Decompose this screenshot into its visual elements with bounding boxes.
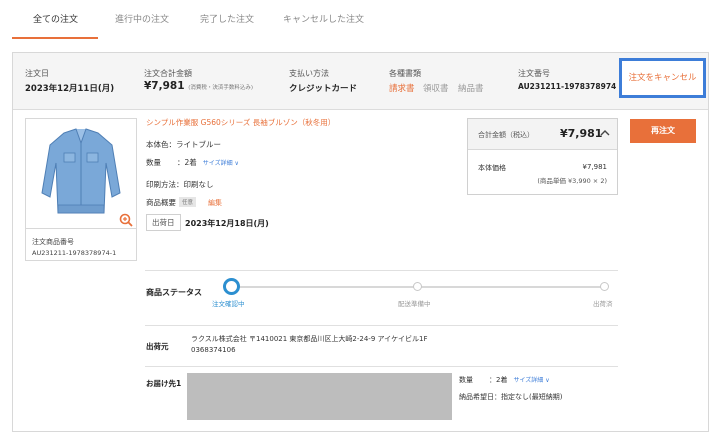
destination-label: お届け先1: [146, 379, 182, 388]
sender-address: ラクスル株式会社 〒1410021 東京都品川区上大崎2-24-9 アイケイビル…: [191, 335, 428, 343]
total-price: ¥7,981: [560, 127, 603, 140]
divider: [145, 325, 618, 326]
sender-label: 出荷元: [146, 342, 169, 351]
order-total-note: (消費税・決済手数料込み): [188, 85, 253, 91]
invoice-link[interactable]: 請求書: [389, 82, 415, 94]
chevron-up-icon[interactable]: [600, 129, 610, 139]
product-code-label: 注文商品番号: [32, 238, 74, 246]
quantity-label: 数量: [146, 158, 161, 167]
size-detail-link[interactable]: サイズ詳細 ∨: [203, 160, 239, 167]
order-number: AU231211-1978378974: [518, 82, 617, 91]
body-price: ¥7,981: [582, 163, 608, 171]
product-code: AU231211-1978378974-1: [32, 249, 117, 257]
tab-all-orders[interactable]: 全ての注文: [33, 12, 78, 25]
quantity-value: ：2着: [177, 158, 197, 167]
receipt-link[interactable]: 領収書: [423, 82, 449, 94]
ship-date: 2023年12月18日(月): [185, 219, 269, 228]
print-method: 印刷方法：印刷なし: [146, 180, 214, 189]
tab-completed[interactable]: 完了した注文: [200, 12, 254, 25]
zoom-in-icon[interactable]: [119, 213, 133, 229]
status-step-label: 配送準備中: [398, 300, 431, 308]
product-image[interactable]: [26, 119, 136, 229]
reorder-button[interactable]: 再注文: [630, 119, 696, 143]
redacted-address: [187, 373, 452, 420]
order-card: 注文日 2023年12月11日(月) 注文合計金額 ¥7,981 (消費税・決済…: [12, 52, 709, 432]
order-total-label: 注文合計金額: [144, 69, 192, 78]
delivery-date: 納品希望日：指定なし(最短納期): [459, 393, 563, 401]
order-date-label: 注文日: [25, 69, 49, 78]
optional-badge: 任意: [179, 197, 197, 207]
body-price-label: 本体価格: [478, 164, 506, 172]
status-step-dot: [413, 282, 422, 291]
product-memo: 商品概要 任意 編集: [146, 197, 222, 208]
price-box: 合計金額（税込） ¥7,981 本体価格 ¥7,981 (商品単価 ¥3,990…: [467, 118, 618, 195]
active-tab-indicator: [12, 37, 98, 39]
ship-date-label: 出荷日: [146, 214, 181, 231]
sender-phone: 0368374106: [191, 346, 236, 354]
order-number-label: 注文番号: [518, 69, 550, 78]
total-price-label: 合計金額（税込）: [478, 131, 534, 139]
destination-quantity: 数量 ：2着 サイズ詳細 ∨: [459, 375, 550, 385]
product-title-link[interactable]: シンプル作業服 G560シリーズ 長袖ブルゾン（秋冬用）: [146, 117, 335, 128]
payment-method-label: 支払い方法: [289, 69, 329, 78]
unit-price-note: (商品単価 ¥3,990 × 2): [537, 177, 607, 185]
divider: [145, 366, 618, 367]
tab-in-progress[interactable]: 進行中の注文: [115, 12, 169, 25]
order-date: 2023年12月11日(月): [25, 84, 115, 94]
divider: [145, 270, 618, 271]
product-color: 本体色：ライトブルー: [146, 140, 221, 149]
price-header[interactable]: 合計金額（税込） ¥7,981: [468, 119, 617, 150]
order-tabs: 全ての注文 進行中の注文 完了した注文 キャンセルした注文: [0, 0, 721, 40]
order-total: ¥7,981 (消費税・決済手数料込み): [144, 80, 253, 92]
status-step-label: 注文確認中: [212, 300, 245, 308]
payment-method: クレジットカード: [289, 84, 358, 94]
documents-label: 各種書類: [389, 69, 421, 78]
tab-cancelled[interactable]: キャンセルした注文: [283, 12, 364, 25]
destination-qty-value: ：2着: [489, 376, 508, 384]
product-thumbnail[interactable]: 注文商品番号 AU231211-1978378974-1: [25, 118, 137, 261]
status-step-label: 出荷済: [593, 300, 613, 308]
status-step-dot: [600, 282, 609, 291]
cancel-order-button[interactable]: 注文をキャンセル: [619, 58, 706, 98]
order-summary: 注文日 2023年12月11日(月) 注文合計金額 ¥7,981 (消費税・決済…: [13, 53, 708, 110]
destination-size-link[interactable]: サイズ詳細 ∨: [513, 377, 549, 384]
status-current-dot: [223, 278, 240, 295]
destination-qty-label: 数量: [459, 376, 473, 384]
memo-edit-link[interactable]: 編集: [208, 199, 222, 207]
status-label: 商品ステータス: [146, 288, 202, 297]
memo-label: 商品概要: [146, 198, 176, 207]
product-quantity: 数量 ：2着 サイズ詳細 ∨: [146, 157, 239, 168]
delivery-slip-link[interactable]: 納品書: [458, 82, 484, 94]
